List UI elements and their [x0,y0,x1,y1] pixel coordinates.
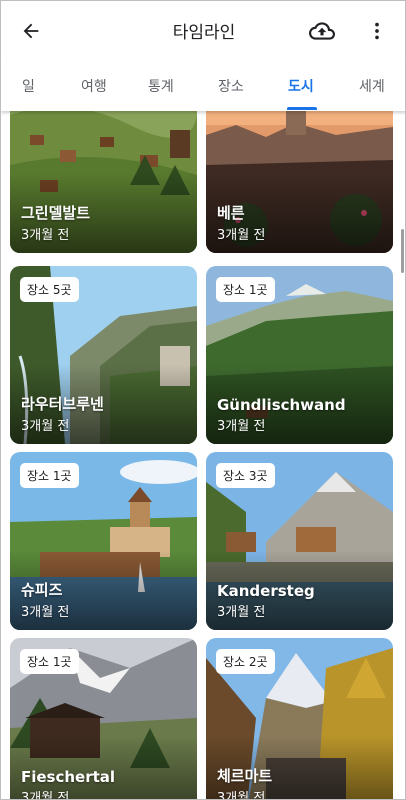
city-card[interactable]: 장소 1곳 Gündlischwand 3개월 전 [206,266,393,444]
tab-insights[interactable]: 통계 [148,76,174,96]
city-card[interactable]: 장소 2곳 체르마트 3개월 전 [206,638,393,800]
city-card[interactable]: 장소 5곳 라우터브루넨 3개월 전 [10,266,197,444]
tab-trips[interactable]: 여행 [81,76,107,96]
city-name: Fieschertal [21,768,116,786]
tab-places[interactable]: 장소 [218,76,244,96]
city-last-visit: 3개월 전 [21,419,70,434]
city-name: 체르마트 [217,767,273,785]
city-card[interactable]: 베른 3개월 전 [206,111,393,253]
tab-day[interactable]: 일 [22,76,35,96]
city-grid: 그린델발트 3개월 전 베른 3개월 전 장소 5곳 라우터브루넨 3개월 전 … [1,111,405,800]
city-last-visit: 3개월 전 [217,791,266,800]
city-last-visit: 3개월 전 [21,605,70,620]
active-tab-indicator [287,107,317,110]
city-name: Gündlischwand [217,396,346,414]
places-count-badge: 장소 3곳 [216,463,275,488]
city-name: 라우터브루넨 [21,395,104,413]
city-name: Kandersteg [217,582,315,600]
page-title: 타임라인 [172,23,236,43]
app-bar: 타임라인 [1,1,405,61]
city-last-visit: 3개월 전 [217,419,266,434]
city-card[interactable]: 그린델발트 3개월 전 [10,111,197,253]
city-card[interactable]: 장소 3곳 Kandersteg 3개월 전 [206,452,393,630]
places-count-badge: 장소 1곳 [216,277,275,302]
city-name: 베른 [217,204,245,222]
city-card[interactable]: 장소 1곳 슈피즈 3개월 전 [10,452,197,630]
places-count-badge: 장소 5곳 [20,277,79,302]
city-last-visit: 3개월 전 [21,228,70,243]
city-last-visit: 3개월 전 [217,605,266,620]
city-name: 슈피즈 [21,581,63,599]
app-frame: 타임라인 일 여행 통계 장소 도시 세계 그린델발트 3개월 전 베른 3개월… [0,0,406,800]
city-last-visit: 3개월 전 [217,228,266,243]
tab-world[interactable]: 세계 [359,76,385,96]
places-count-badge: 장소 1곳 [20,463,79,488]
places-count-badge: 장소 1곳 [20,649,79,674]
city-card[interactable]: 장소 1곳 Fieschertal 3개월 전 [10,638,197,800]
places-count-badge: 장소 2곳 [216,649,275,674]
tab-cities[interactable]: 도시 [288,76,314,96]
more-vert-icon[interactable] [357,11,397,51]
city-last-visit: 3개월 전 [21,791,70,800]
tab-bar: 일 여행 통계 장소 도시 세계 [1,61,405,111]
cloud-upload-icon[interactable] [302,11,342,51]
city-name: 그린델발트 [21,204,91,222]
scrollbar[interactable] [401,229,404,273]
